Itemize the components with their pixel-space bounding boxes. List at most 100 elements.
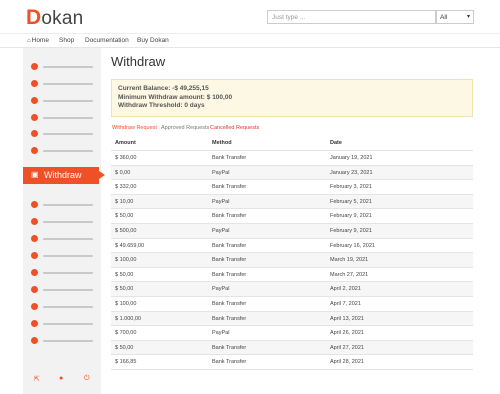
cell-method: Bank Transfer bbox=[212, 213, 247, 220]
cell-amount: $ 700,00 bbox=[115, 330, 137, 337]
cell-date: April 13, 2021 bbox=[330, 315, 364, 322]
column-header-amount: Amount bbox=[115, 140, 136, 146]
table-row: $ 50,00 PayPal April 2, 2021 bbox=[111, 282, 473, 297]
page-title: Withdraw bbox=[111, 54, 166, 69]
sidebar-item-placeholder bbox=[43, 306, 93, 308]
site-logo[interactable]: Dokan bbox=[26, 6, 83, 30]
sidebar-item-placeholder bbox=[43, 83, 93, 85]
cell-method: PayPal bbox=[212, 227, 230, 234]
cell-method: Bank Transfer bbox=[212, 359, 247, 366]
category-select[interactable]: All ▾ bbox=[436, 10, 474, 24]
sidebar-item[interactable] bbox=[23, 199, 101, 211]
cell-method: Bank Transfer bbox=[212, 344, 247, 351]
table-row: $ 50,00 Bank Transfer April 27, 2021 bbox=[111, 340, 473, 356]
table-row: $ 100,00 Bank Transfer April 7, 2021 bbox=[111, 297, 473, 312]
cell-method: PayPal bbox=[212, 169, 230, 176]
cell-date: February 16, 2021 bbox=[330, 242, 375, 249]
sidebar-item[interactable] bbox=[23, 216, 101, 228]
sidebar-item[interactable] bbox=[23, 128, 101, 140]
menu-dot-icon bbox=[31, 97, 38, 104]
cell-method: Bank Transfer bbox=[212, 315, 247, 322]
sidebar-item-placeholder bbox=[43, 133, 93, 135]
current-balance: Current Balance: -$ 49,255,15 bbox=[118, 85, 209, 92]
sidebar-item-withdraw[interactable]: ▣ Withdraw bbox=[23, 167, 105, 184]
cell-method: Bank Transfer bbox=[212, 184, 247, 191]
cell-date: January 19, 2021 bbox=[330, 155, 373, 161]
power-icon[interactable]: ⏻ bbox=[84, 375, 90, 383]
sidebar-item[interactable] bbox=[23, 250, 101, 262]
sidebar-item[interactable] bbox=[23, 301, 101, 313]
cell-date: March 19, 2021 bbox=[330, 257, 369, 264]
cell-amount: $ 100,00 bbox=[115, 257, 137, 264]
sidebar-item[interactable] bbox=[23, 233, 101, 245]
menu-dot-icon bbox=[31, 63, 38, 70]
cell-amount: $ 360,00 bbox=[115, 155, 137, 161]
user-icon[interactable]: ● bbox=[59, 375, 63, 382]
menu-dot-icon bbox=[31, 252, 38, 259]
chevron-down-icon: ▾ bbox=[466, 14, 470, 20]
nav-buy-dokan[interactable]: Buy Dokan bbox=[137, 37, 169, 44]
sidebar-item-placeholder bbox=[43, 117, 93, 119]
sidebar-item[interactable] bbox=[23, 284, 101, 296]
cell-amount: $ 49.659,00 bbox=[115, 242, 145, 249]
nav-shop[interactable]: Shop bbox=[59, 37, 74, 44]
menu-dot-icon bbox=[31, 337, 38, 344]
nav-documentation[interactable]: Documentation bbox=[85, 37, 129, 44]
nav-home[interactable]: ⌂Home bbox=[27, 37, 49, 44]
sidebar-item-placeholder bbox=[43, 221, 93, 223]
column-header-date: Date bbox=[330, 140, 342, 146]
sidebar-item[interactable] bbox=[23, 78, 101, 90]
sidebar-item-placeholder bbox=[43, 204, 93, 206]
withdraw-table: Amount Method Date $ 360,00 Bank Transfer… bbox=[111, 136, 473, 370]
cell-amount: $ 10,00 bbox=[115, 198, 134, 205]
cell-amount: $ 166,85 bbox=[115, 359, 137, 366]
cell-amount: $ 50,00 bbox=[115, 286, 134, 293]
cell-amount: $ 50,00 bbox=[115, 213, 134, 220]
cell-method: PayPal bbox=[212, 330, 230, 337]
sidebar-item-placeholder bbox=[43, 272, 93, 274]
menu-dot-icon bbox=[31, 235, 38, 242]
cell-date: April 7, 2021 bbox=[330, 300, 361, 307]
menu-dot-icon bbox=[31, 130, 38, 137]
sidebar-item-placeholder bbox=[43, 340, 93, 342]
sidebar-item-placeholder bbox=[43, 238, 93, 240]
table-row: $ 332,00 Bank Transfer February 3, 2021 bbox=[111, 180, 473, 195]
table-row: $ 1.000,00 Bank Transfer April 13, 2021 bbox=[111, 311, 473, 327]
search-input[interactable]: Just type ... bbox=[267, 10, 436, 24]
sidebar-item[interactable] bbox=[23, 267, 101, 279]
menu-dot-icon bbox=[31, 303, 38, 310]
table-row: $ 100,00 Bank Transfer March 19, 2021 bbox=[111, 253, 473, 268]
table-row: $ 50,00 Bank Transfer March 27, 2021 bbox=[111, 268, 473, 283]
external-link-icon[interactable]: ⇱ bbox=[34, 375, 40, 383]
cell-method: PayPal bbox=[212, 198, 230, 205]
cell-date: February 9, 2021 bbox=[330, 213, 372, 220]
cell-method: Bank Transfer bbox=[212, 271, 247, 278]
tab-cancelled-requests[interactable]: Cancelled Requests bbox=[210, 125, 259, 131]
dashboard-sidebar: ▣ Withdraw ⇱ ● ⏻ bbox=[23, 48, 105, 394]
cell-date: April 26, 2021 bbox=[330, 330, 364, 337]
sidebar-item[interactable] bbox=[23, 95, 101, 107]
table-row: $ 360,00 Bank Transfer January 19, 2021 bbox=[111, 151, 473, 166]
column-header-method: Method bbox=[212, 140, 232, 146]
tab-approved-requests[interactable]: Approved Requests bbox=[161, 125, 209, 131]
sidebar-item-placeholder bbox=[43, 150, 93, 152]
cell-date: February 9, 2021 bbox=[330, 227, 372, 234]
menu-dot-icon bbox=[31, 320, 38, 327]
nav-home-label: Home bbox=[31, 37, 49, 44]
cell-amount: $ 1.000,00 bbox=[115, 315, 141, 322]
tab-withdraw-request[interactable]: Withdraw Request bbox=[112, 125, 157, 131]
cell-amount: $ 332,00 bbox=[115, 184, 137, 191]
sidebar-item[interactable] bbox=[23, 335, 101, 347]
menu-dot-icon bbox=[31, 218, 38, 225]
sidebar-item[interactable] bbox=[23, 112, 101, 124]
cell-date: January 23, 2021 bbox=[330, 169, 373, 176]
sidebar-item[interactable] bbox=[23, 61, 101, 73]
cell-amount: $ 500,00 bbox=[115, 227, 137, 234]
sidebar-item[interactable] bbox=[23, 145, 101, 157]
menu-dot-icon bbox=[31, 147, 38, 154]
menu-dot-icon bbox=[31, 80, 38, 87]
cell-amount: $ 0,00 bbox=[115, 169, 131, 176]
table-header-row: Amount Method Date bbox=[111, 136, 473, 151]
sidebar-item[interactable] bbox=[23, 318, 101, 330]
cell-method: PayPal bbox=[212, 286, 230, 293]
